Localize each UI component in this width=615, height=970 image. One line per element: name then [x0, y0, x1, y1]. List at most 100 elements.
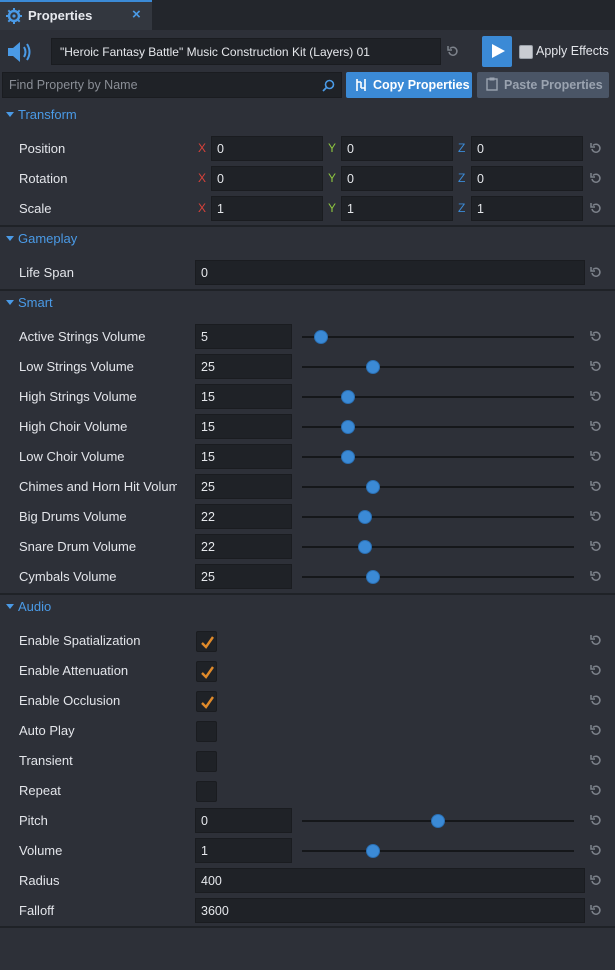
- wrench-gear-icon: [5, 7, 23, 25]
- reset-icon[interactable]: [590, 694, 602, 706]
- active-strings-volume-field[interactable]: 5: [195, 324, 292, 349]
- reset-icon[interactable]: [590, 142, 602, 154]
- slider-track[interactable]: [302, 516, 574, 518]
- reset-icon[interactable]: [590, 540, 602, 552]
- reset-icon[interactable]: [590, 904, 602, 916]
- cymbals-volume-field[interactable]: 25: [195, 564, 292, 589]
- slider-track[interactable]: [302, 576, 574, 578]
- reset-icon[interactable]: [590, 510, 602, 522]
- reset-icon[interactable]: [590, 330, 602, 342]
- section-smart[interactable]: Smart: [0, 292, 615, 314]
- slider-track[interactable]: [302, 546, 574, 548]
- slider-handle[interactable]: [357, 510, 372, 524]
- reset-icon[interactable]: [590, 172, 602, 184]
- reset-icon[interactable]: [590, 814, 602, 826]
- repeat-checkbox[interactable]: [196, 781, 217, 802]
- axis-z-label: Z: [458, 201, 466, 215]
- chimes-and-horn-hit-volum-field[interactable]: 25: [195, 474, 292, 499]
- axis-x-label: X: [198, 171, 207, 185]
- speaker-icon: [6, 39, 36, 65]
- search-icon[interactable]: [322, 79, 335, 95]
- reset-icon[interactable]: [590, 390, 602, 402]
- scale-z-field[interactable]: 1: [471, 196, 583, 221]
- reset-icon[interactable]: [447, 45, 459, 57]
- slider-handle[interactable]: [357, 540, 372, 554]
- reset-icon[interactable]: [590, 874, 602, 886]
- auto-play-checkbox[interactable]: [196, 721, 217, 742]
- slider-track[interactable]: [302, 486, 574, 488]
- search-input[interactable]: Find Property by Name: [2, 72, 342, 98]
- falloff-field[interactable]: 3600: [195, 898, 585, 923]
- section-title: Smart: [18, 295, 53, 310]
- enable-attenuation-checkbox[interactable]: [196, 661, 217, 682]
- paste-properties-button[interactable]: Paste Properties: [477, 72, 609, 98]
- reset-icon[interactable]: [590, 724, 602, 736]
- copy-properties-button[interactable]: Copy Properties: [346, 72, 472, 98]
- property-label: Position: [19, 141, 66, 156]
- position-x-field[interactable]: 0: [211, 136, 323, 161]
- property-label: Scale: [19, 201, 52, 216]
- high-strings-volume-field[interactable]: 15: [195, 384, 292, 409]
- slider-track[interactable]: [302, 336, 574, 338]
- reset-icon[interactable]: [590, 480, 602, 492]
- slider-handle[interactable]: [365, 360, 380, 374]
- reset-icon[interactable]: [590, 844, 602, 856]
- reset-icon[interactable]: [590, 360, 602, 372]
- reset-icon[interactable]: [590, 266, 602, 278]
- slider-handle[interactable]: [341, 450, 356, 464]
- volume-field[interactable]: 1: [195, 838, 292, 863]
- position-z-field[interactable]: 0: [471, 136, 583, 161]
- chevron-down-icon: [6, 604, 14, 609]
- slider-handle[interactable]: [365, 570, 380, 584]
- rotation-y-field[interactable]: 0: [341, 166, 453, 191]
- apply-effects-checkbox[interactable]: [519, 45, 533, 59]
- reset-icon[interactable]: [590, 754, 602, 766]
- object-name-field[interactable]: "Heroic Fantasy Battle" Music Constructi…: [51, 38, 441, 65]
- slider-handle[interactable]: [365, 844, 380, 858]
- pitch-field[interactable]: 0: [195, 808, 292, 833]
- tab-label: Properties: [28, 8, 93, 23]
- position-y-field[interactable]: 0: [341, 136, 453, 161]
- low-strings-volume-field[interactable]: 25: [195, 354, 292, 379]
- row-pitch: Pitch 0: [0, 805, 615, 835]
- reset-icon[interactable]: [590, 664, 602, 676]
- divider: [0, 926, 615, 928]
- high-choir-volume-field[interactable]: 15: [195, 414, 292, 439]
- radius-field[interactable]: 400: [195, 868, 585, 893]
- tab-properties[interactable]: Properties ×: [0, 0, 152, 30]
- section-title: Audio: [18, 599, 52, 614]
- enable-spatialization-checkbox[interactable]: [196, 631, 217, 652]
- life-span-field[interactable]: 0: [195, 260, 585, 285]
- scale-x-field[interactable]: 1: [211, 196, 323, 221]
- enable-occlusion-checkbox[interactable]: [196, 691, 217, 712]
- reset-icon[interactable]: [590, 784, 602, 796]
- reset-icon[interactable]: [590, 202, 602, 214]
- big-drums-volume-field[interactable]: 22: [195, 504, 292, 529]
- section-gameplay[interactable]: Gameplay: [0, 228, 615, 250]
- rotation-z-field[interactable]: 0: [471, 166, 583, 191]
- scale-y-field[interactable]: 1: [341, 196, 453, 221]
- reset-icon[interactable]: [590, 450, 602, 462]
- play-button[interactable]: [482, 36, 512, 67]
- section-transform[interactable]: Transform: [0, 104, 615, 126]
- slider-track[interactable]: [302, 850, 574, 852]
- property-label: Rotation: [19, 171, 68, 186]
- transient-checkbox[interactable]: [196, 751, 217, 772]
- slider-handle[interactable]: [341, 390, 356, 404]
- slider-handle[interactable]: [314, 330, 329, 344]
- reset-icon[interactable]: [590, 634, 602, 646]
- reset-icon[interactable]: [590, 420, 602, 432]
- property-label: Pitch: [19, 813, 48, 828]
- slider-handle[interactable]: [431, 814, 445, 828]
- property-label: Chimes and Horn Hit Volum: [19, 479, 177, 494]
- rotation-x-field[interactable]: 0: [211, 166, 323, 191]
- section-audio[interactable]: Audio: [0, 596, 615, 618]
- snare-drum-volume-field[interactable]: 22: [195, 534, 292, 559]
- slider-track[interactable]: [302, 366, 574, 368]
- low-choir-volume-field[interactable]: 15: [195, 444, 292, 469]
- slider-handle[interactable]: [341, 420, 356, 434]
- slider-handle[interactable]: [365, 480, 380, 494]
- row-falloff: Falloff 3600: [0, 895, 615, 925]
- reset-icon[interactable]: [590, 570, 602, 582]
- close-icon[interactable]: ×: [132, 6, 141, 23]
